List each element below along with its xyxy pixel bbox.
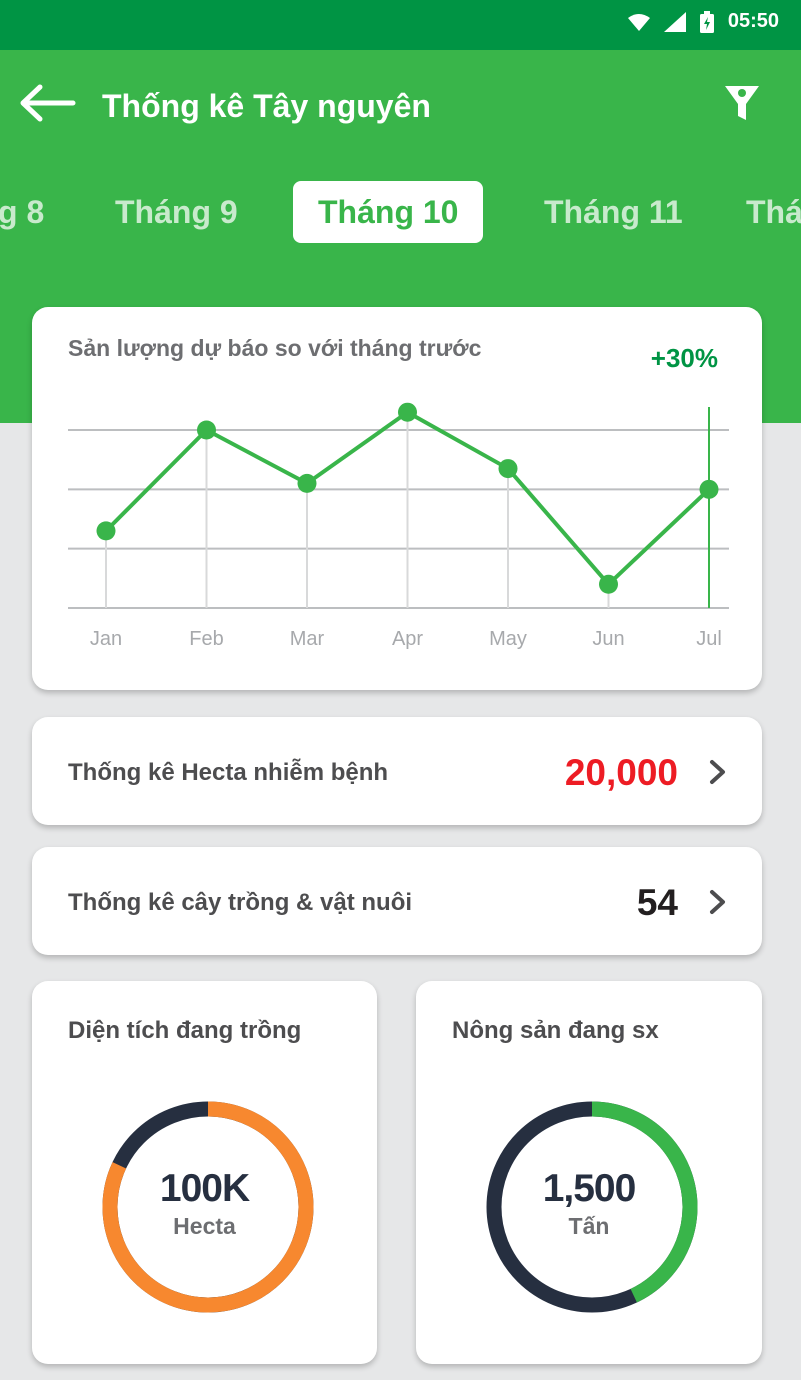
cultivated-area-card[interactable]: Diện tích đang trồng 100K Hecta xyxy=(32,981,377,1364)
data-point xyxy=(96,521,116,541)
page-title: Thống kê Tây nguyên xyxy=(102,88,431,124)
forecast-chart-card: Sản lượng dự báo so với tháng trước +30%… xyxy=(32,307,762,690)
donut-value: 100K xyxy=(159,1167,250,1210)
tab-month-11[interactable]: Tháng 11 xyxy=(544,181,683,243)
x-tick-label: Jan xyxy=(90,628,122,650)
tab-month-10[interactable]: Tháng 10 xyxy=(293,181,484,243)
x-tick-label: Jun xyxy=(592,628,624,650)
stat-row-diseased-area[interactable]: Thống kê Hecta nhiễm bệnh 20,000 xyxy=(32,717,762,825)
donut-unit: Tấn xyxy=(568,1213,610,1239)
battery-icon xyxy=(699,10,714,33)
signal-icon xyxy=(663,11,686,32)
x-tick-label: May xyxy=(489,628,527,650)
data-point xyxy=(599,574,618,594)
x-tick-label: Mar xyxy=(290,628,325,650)
agri-production-card[interactable]: Nông sản đang sx 1,500 Tấn xyxy=(416,981,762,1364)
stat-row-crops-livestock[interactable]: Thống kê cây trồng & vật nuôi 54 xyxy=(32,847,762,955)
x-tick-label: Apr xyxy=(392,628,423,650)
data-point xyxy=(197,420,216,440)
data-point xyxy=(297,473,317,493)
stat-row-label: Thống kê cây trồng & vật nuôi xyxy=(68,889,413,916)
x-tick-label: Feb xyxy=(189,628,223,650)
wifi-icon xyxy=(627,13,650,31)
chevron-right-icon xyxy=(710,890,725,914)
stat-row-label: Thống kê Hecta nhiễm bệnh xyxy=(68,759,389,786)
donut-title: Nông sản đang sx xyxy=(452,1017,659,1044)
tab-month-12[interactable]: Thá xyxy=(746,181,801,243)
line-chart: Jan Feb Mar Apr May Jun Jul xyxy=(68,402,729,650)
donut-value: 1,500 xyxy=(542,1167,637,1210)
stat-row-value: 54 xyxy=(636,882,678,923)
filter-icon[interactable] xyxy=(722,82,762,122)
back-arrow-icon[interactable] xyxy=(18,82,76,124)
stat-row-value: 20,000 xyxy=(564,752,678,793)
chevron-right-icon xyxy=(710,760,725,784)
donut-title: Diện tích đang trồng xyxy=(68,1017,302,1044)
tab-month-9[interactable]: Tháng 9 xyxy=(115,181,238,243)
donut-unit: Hecta xyxy=(173,1213,236,1239)
x-tick-label: Jul xyxy=(696,628,722,650)
data-point xyxy=(498,459,518,479)
status-bar: 05:50 xyxy=(0,0,801,50)
tab-month-8[interactable]: g 8 xyxy=(0,181,44,243)
data-point xyxy=(699,479,719,499)
data-point xyxy=(398,402,417,422)
status-time: 05:50 xyxy=(727,10,779,32)
